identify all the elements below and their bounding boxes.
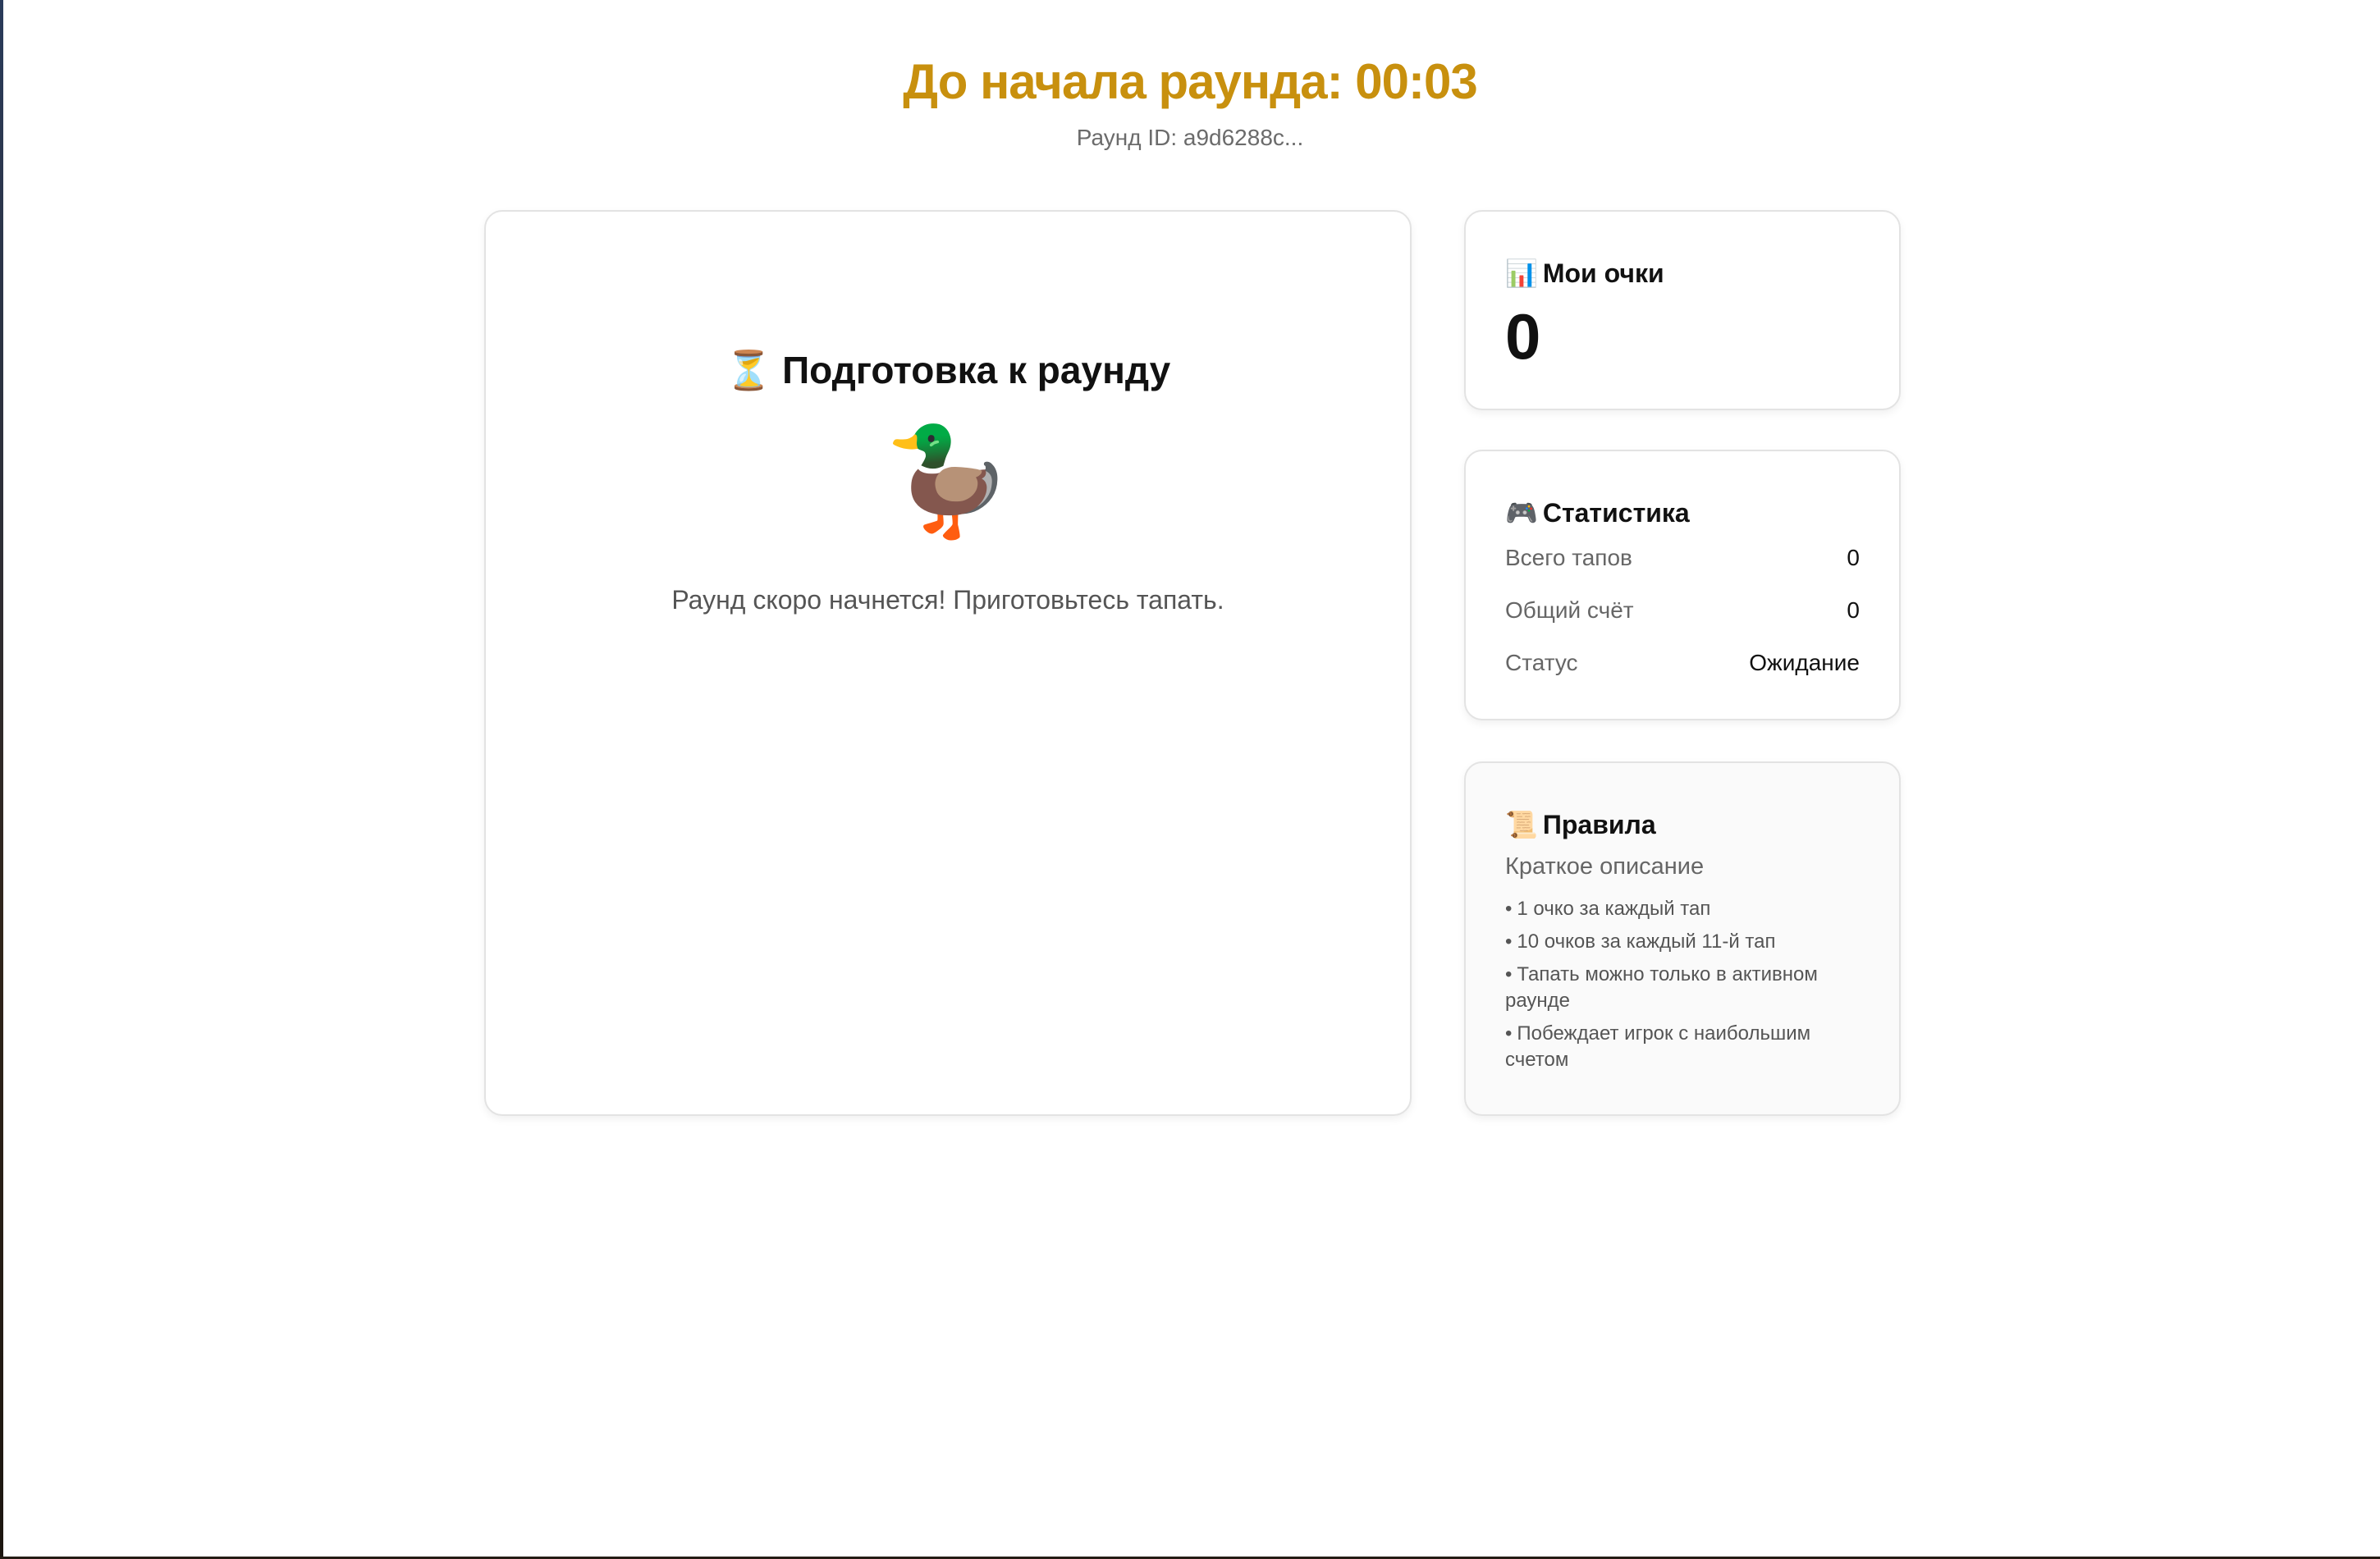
rules-list: • 1 очко за каждый тап • 10 очков за кажды… [1505,896,1860,1073]
stat-label: Общий счёт [1505,597,1634,623]
score-card-title-text: Мои очки [1542,258,1664,288]
game-controller-icon: 🎮 [1505,498,1538,528]
rules-card: 📜 Правила Краткое описание • 1 очко за каж… [1464,761,1901,1116]
stat-label: Статус [1505,650,1578,675]
preparation-message: Раунд скоро начнется! Приготовьтесь тапа… [671,585,1224,615]
preparation-title: ⏳ Подготовка к раунду [486,343,1410,397]
stat-row-total-score: Общий счёт 0 [1505,584,1860,637]
app-window: До начала раунда: 00:03 Раунд ID: a9d628… [0,0,2380,1559]
stat-value: 0 [1847,545,1860,570]
preparation-title-text: Подготовка к раунду [782,349,1171,391]
hourglass-icon: ⏳ [725,349,773,391]
score-card-title: 📊 Мои очки [1505,254,1860,292]
round-id-label: Раунд ID: a9d6288c... [1076,125,1304,150]
scroll-icon: 📜 [1505,810,1538,839]
list-item: • 1 очко за каждый тап [1505,898,1711,920]
list-item: • Тапать можно только в активном раунде [1505,963,1818,1012]
duck-icon[interactable]: 🦆 [486,420,1410,543]
statistics-card: 🎮 Статистика Всего тапов 0 Общий счёт 0 С… [1464,450,1901,720]
stat-label: Всего тапов [1505,545,1632,570]
stat-value: 0 [1847,597,1860,623]
rules-card-title-text: Правила [1542,810,1656,839]
bar-chart-icon: 📊 [1505,258,1538,288]
round-preparation-card: ⏳ Подготовка к раунду 🦆 Раунд скоро начне… [484,210,1412,1116]
my-score-card: 📊 Мои очки 0 [1464,210,1901,410]
countdown-title: До начала раунда: 00:03 [903,54,1477,109]
stat-row-total-taps: Всего тапов 0 [1505,532,1860,584]
stat-row-status: Статус Ожидание [1505,637,1860,689]
score-value: 0 [1505,300,1541,373]
page-header: До начала раунда: 00:03 Раунд ID: a9d628… [0,48,2380,154]
rules-card-title: 📜 Правила [1505,806,1860,844]
rules-subtitle: Краткое описание [1505,853,1705,880]
stats-card-title-text: Статистика [1542,498,1690,528]
status-badge: Ожидание [1749,650,1860,675]
stats-card-title: 🎮 Статистика [1505,494,1860,532]
list-item: • 10 очков за каждый 11-й тап [1505,930,1776,953]
window-edge [0,0,3,1559]
list-item: • Побеждает игрок с наибольшим счетом [1505,1022,1811,1071]
